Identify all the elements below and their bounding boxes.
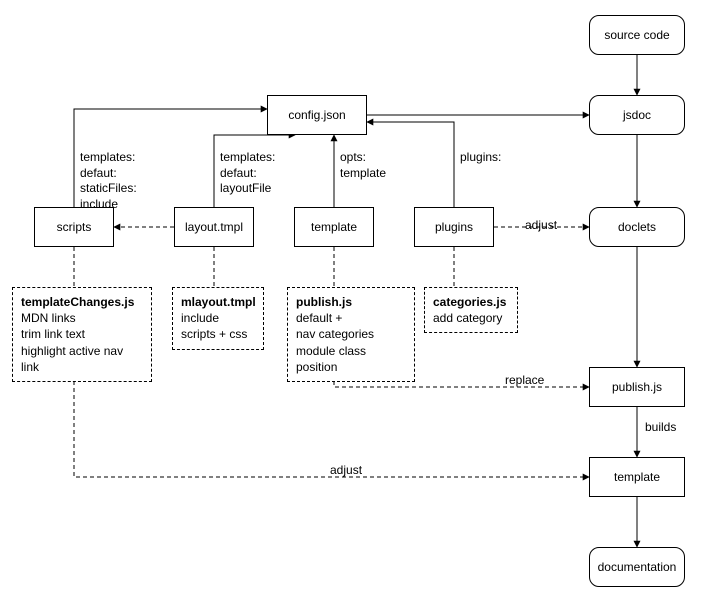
node-label: publish.js — [612, 380, 662, 394]
note-line: module class position — [296, 343, 406, 375]
note-title: templateChanges.js — [21, 294, 143, 310]
note-line: nav categories — [296, 326, 406, 342]
note-line: scripts + css — [181, 326, 255, 342]
node-label: layout.tmpl — [185, 220, 243, 234]
note-line: include — [181, 310, 255, 326]
note-line: MDN links — [21, 310, 143, 326]
note-line: add category — [433, 310, 509, 326]
node-label: scripts — [57, 220, 92, 234]
node-label: documentation — [598, 560, 677, 574]
node-label: template — [311, 220, 357, 234]
edge-label-builds: builds — [645, 420, 676, 436]
edge-label-opts-template: opts: template — [340, 150, 386, 181]
note-title: mlayout.tmpl — [181, 294, 255, 310]
note-publish: publish.js default + nav categories modu… — [287, 287, 415, 382]
edge-label-staticfiles: templates: defaut: staticFiles: include — [80, 150, 137, 212]
note-line: highlight active nav link — [21, 343, 143, 375]
node-layout-tmpl: layout.tmpl — [174, 207, 254, 247]
note-mlayout: mlayout.tmpl include scripts + css — [172, 287, 264, 350]
note-title: categories.js — [433, 294, 509, 310]
node-plugins: plugins — [414, 207, 494, 247]
note-line: default + — [296, 310, 406, 326]
node-source-code: source code — [589, 15, 685, 55]
edge-label-adjust-bottom: adjust — [330, 463, 362, 479]
node-jsdoc: jsdoc — [589, 95, 685, 135]
edge-label-plugins: plugins: — [460, 150, 501, 166]
node-template-mid: template — [294, 207, 374, 247]
node-label: plugins — [435, 220, 473, 234]
node-scripts: scripts — [34, 207, 114, 247]
node-label: source code — [604, 28, 669, 42]
node-publish-js: publish.js — [589, 367, 685, 407]
node-config-json: config.json — [267, 95, 367, 135]
note-template-changes: templateChanges.js MDN links trim link t… — [12, 287, 152, 382]
node-doclets: doclets — [589, 207, 685, 247]
edge-label-adjust-top: adjust — [525, 218, 557, 234]
note-line: trim link text — [21, 326, 143, 342]
node-label: template — [614, 470, 660, 484]
node-label: doclets — [618, 220, 656, 234]
node-label: config.json — [288, 108, 345, 122]
node-documentation: documentation — [589, 547, 685, 587]
node-label: jsdoc — [623, 108, 651, 122]
node-template-lower: template — [589, 457, 685, 497]
note-title: publish.js — [296, 294, 406, 310]
edge-label-replace: replace — [505, 373, 544, 389]
edge-label-layoutfile: templates: defaut: layoutFile — [220, 150, 275, 197]
note-categories: categories.js add category — [424, 287, 518, 333]
